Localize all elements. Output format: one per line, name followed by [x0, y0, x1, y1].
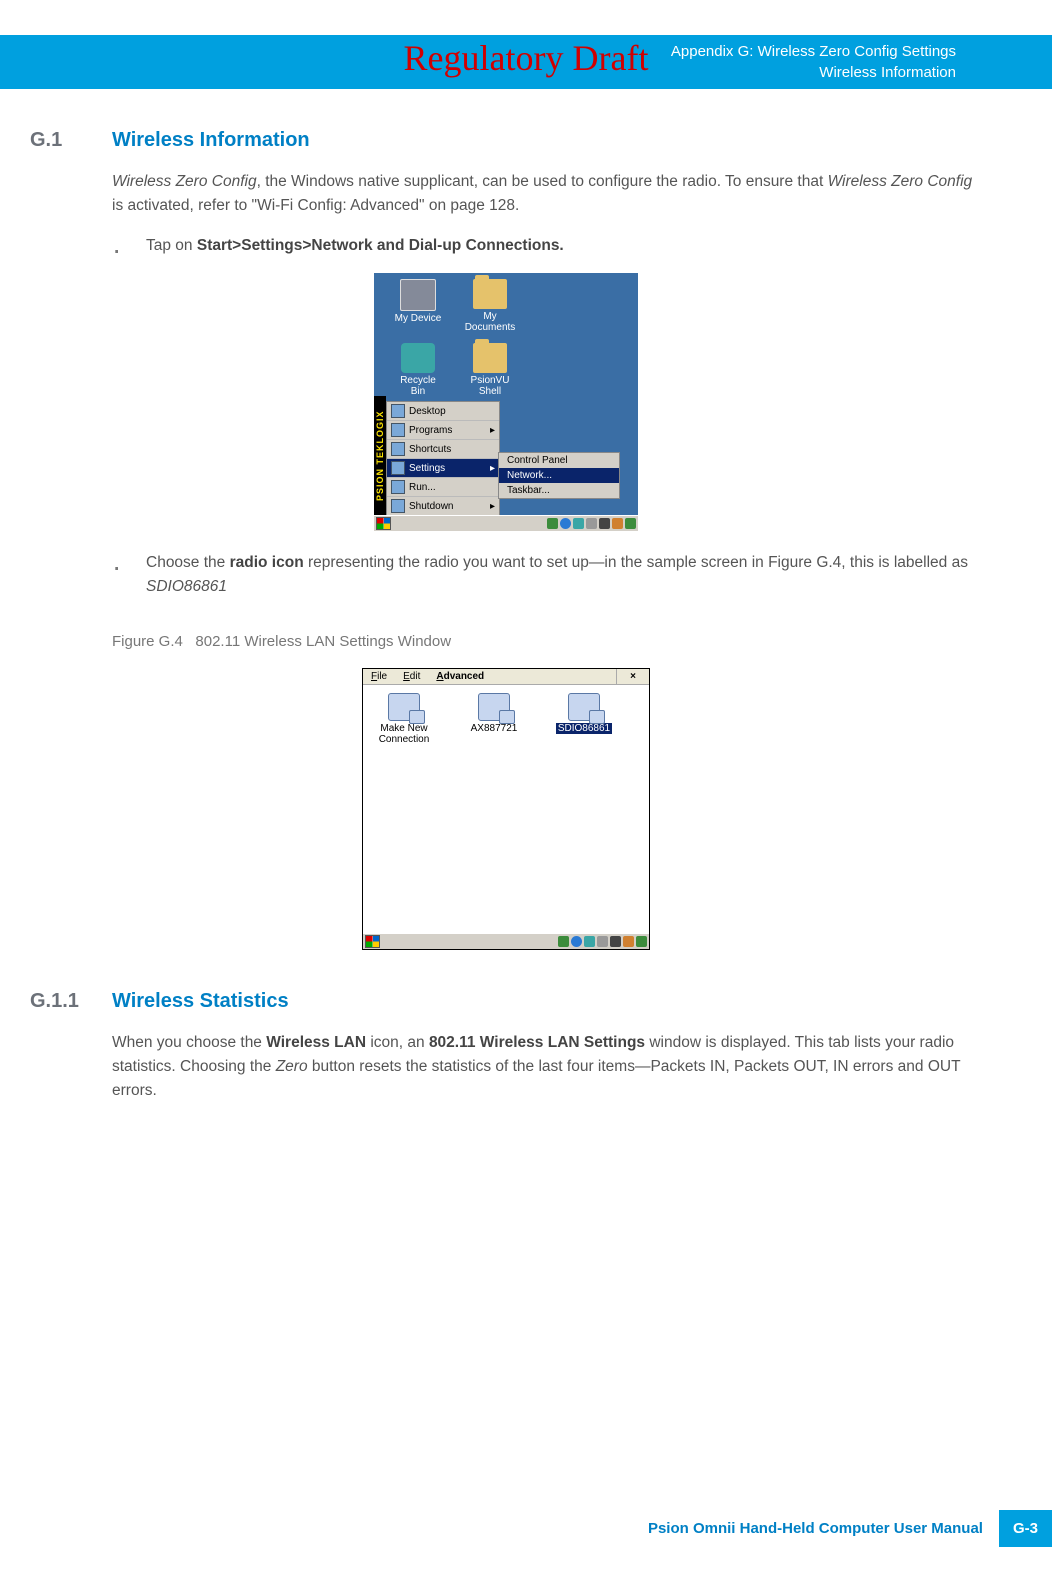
bullet1-pre: Tap on	[146, 237, 197, 254]
submenu-label-network: Network...	[507, 470, 552, 481]
g11-em: Zero	[276, 1058, 308, 1075]
start-label-programs: Programs	[409, 425, 452, 436]
watermark-text: Regulatory Draft	[0, 37, 1052, 79]
start-label-shutdown: Shutdown	[409, 501, 453, 512]
programs-icon	[391, 423, 405, 437]
connection-label-new: Make New Connection	[369, 723, 439, 745]
start-label-desktop: Desktop	[409, 406, 446, 417]
start-item-shortcuts: Shortcuts	[387, 440, 499, 459]
footer-manual-title: Psion Omnii Hand-Held Computer User Manu…	[632, 1510, 999, 1547]
wzc-term-1: Wireless Zero Config	[112, 173, 257, 190]
connection-make-new: Make New Connection	[369, 693, 439, 745]
g1-text-1: , the Windows native supplicant, can be …	[257, 173, 828, 190]
desktop-label-recycle-bin: Recycle Bin	[392, 375, 444, 397]
window-close-button: ×	[616, 669, 649, 684]
start-label-shortcuts: Shortcuts	[409, 444, 451, 455]
desktop-icon-recycle-bin: Recycle Bin	[392, 343, 444, 397]
figure-text: 802.11 Wireless LAN Settings Window	[195, 633, 451, 650]
page-footer: Psion Omnii Hand-Held Computer User Manu…	[0, 1510, 1052, 1547]
g11-s2: 802.11 Wireless LAN Settings	[429, 1034, 645, 1051]
figure-label: Figure G.4	[112, 633, 183, 650]
figure-caption: Figure G.4 802.11 Wireless LAN Settings …	[112, 633, 982, 650]
window-menubar: File Edit Advanced ×	[363, 669, 649, 685]
desktop-icon	[391, 404, 405, 418]
connection-icon	[388, 693, 420, 721]
shortcuts-icon	[391, 442, 405, 456]
start-menu-brand-strip: PSION TEKLOGIX	[374, 396, 386, 516]
g1-text-2: is activated, refer to "Wi-Fi Config: Ad…	[112, 197, 519, 214]
section-number-g11: G.1.1	[30, 990, 80, 1013]
wzc-term-2: Wireless Zero Config	[828, 173, 973, 190]
submenu-network: Network...	[499, 468, 619, 483]
start-item-desktop: Desktop	[387, 402, 499, 421]
submenu-label-cp: Control Panel	[507, 455, 568, 466]
bullet-2: Choose the radio icon representing the r…	[112, 551, 982, 599]
connection-label-sdio: SDIO86861	[556, 723, 612, 734]
connection-label-ax: AX887721	[459, 723, 529, 734]
settings-icon	[391, 461, 405, 475]
start-label-run: Run...	[409, 482, 436, 493]
submenu-taskbar: Taskbar...	[499, 483, 619, 498]
start-menu: Desktop Programs▸ Shortcuts Settings▸ Ru…	[386, 401, 500, 516]
screenshot-wlan-settings-window: File Edit Advanced × Make New Connection…	[362, 668, 650, 950]
g11-s1: Wireless LAN	[266, 1034, 366, 1051]
connection-icon	[478, 693, 510, 721]
taskbar-2	[363, 933, 649, 949]
settings-submenu: Control Panel Network... Taskbar...	[498, 452, 620, 499]
section-title-g1: Wireless Information	[112, 129, 310, 152]
submenu-control-panel: Control Panel	[499, 453, 619, 468]
start-button-icon	[365, 935, 380, 948]
system-tray	[547, 518, 636, 529]
menu-file: File	[363, 669, 395, 684]
desktop-icon-psionvu-shell: PsionVU Shell	[464, 343, 516, 397]
screenshot-desktop-start-menu: My Device My Documents Recycle Bin Psion…	[374, 273, 638, 531]
run-icon	[391, 480, 405, 494]
menu-edit: Edit	[395, 669, 428, 684]
menu-advanced-u: A	[436, 671, 443, 682]
bullet2-em: SDIO86861	[146, 578, 227, 595]
connection-ax887721: AX887721	[459, 693, 529, 745]
desktop-label-my-device: My Device	[392, 313, 444, 324]
bullet-1: Tap on Start>Settings>Network and Dial-u…	[112, 234, 982, 258]
shutdown-icon	[391, 499, 405, 513]
start-item-shutdown: Shutdown▸	[387, 497, 499, 515]
section-number-g1: G.1	[30, 129, 80, 152]
desktop-icon-my-documents: My Documents	[464, 279, 516, 333]
connection-icon	[568, 693, 600, 721]
section-title-g11: Wireless Statistics	[112, 990, 289, 1013]
desktop-label-psionvu: PsionVU Shell	[464, 375, 516, 397]
g11-pre: When you choose the	[112, 1034, 266, 1051]
bullet1-strong: Start>Settings>Network and Dial-up Conne…	[197, 237, 564, 254]
system-tray-2	[558, 936, 647, 947]
section-g1-body: Wireless Zero Config, the Windows native…	[112, 170, 982, 258]
start-button-icon	[376, 517, 391, 530]
footer-page-number: G-3	[999, 1510, 1052, 1547]
desktop-icon-my-device: My Device	[392, 279, 444, 333]
taskbar	[374, 515, 638, 531]
bullet2-pre: Choose the	[146, 554, 230, 571]
start-item-settings: Settings▸	[387, 459, 499, 478]
menu-advanced: Advanced	[428, 669, 492, 684]
g11-mid1: icon, an	[366, 1034, 429, 1051]
start-label-settings: Settings	[409, 463, 445, 474]
start-item-run: Run...	[387, 478, 499, 497]
submenu-label-taskbar: Taskbar...	[507, 485, 550, 496]
section-g11-body: When you choose the Wireless LAN icon, a…	[112, 1031, 982, 1103]
connection-sdio86861: SDIO86861	[549, 693, 619, 745]
start-item-programs: Programs▸	[387, 421, 499, 440]
desktop-label-my-documents: My Documents	[464, 311, 516, 333]
bullet2-mid: representing the radio you want to set u…	[304, 554, 968, 571]
bullet2-strong: radio icon	[230, 554, 304, 571]
